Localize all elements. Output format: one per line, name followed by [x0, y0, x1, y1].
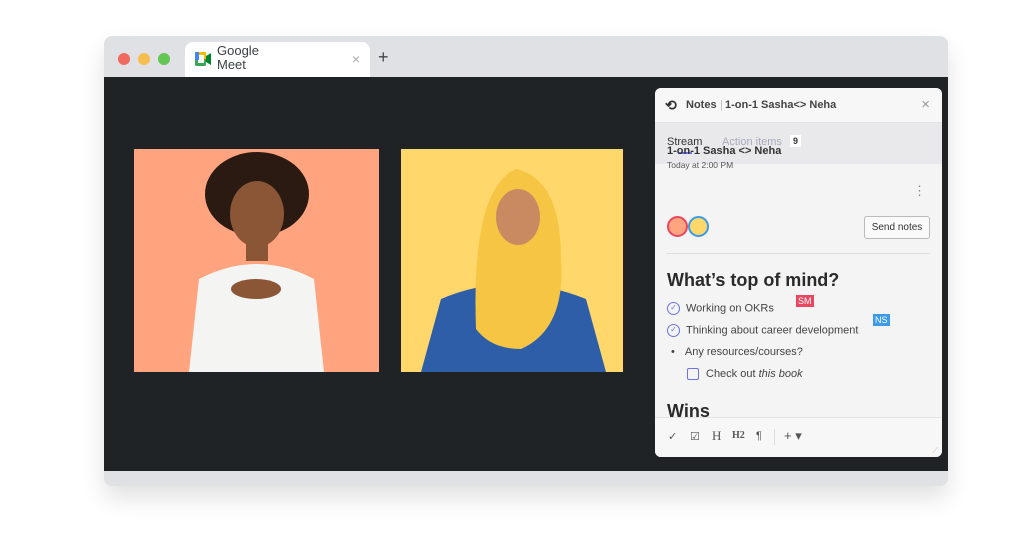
divider: [774, 429, 775, 445]
section-heading: What’s top of mind?: [667, 270, 840, 290]
todo-checkbox[interactable]: [687, 368, 699, 381]
paragraph-tool-icon[interactable]: ¶: [756, 430, 762, 442]
app-name: Notes: [686, 99, 717, 111]
list-item: ✓ Working on OKRs: [667, 302, 774, 315]
cursor-flag-ns: NS: [873, 314, 890, 326]
resize-handle-icon[interactable]: ⟋: [932, 446, 938, 456]
heading-tool-icon[interactable]: H: [712, 428, 721, 444]
google-meet-icon: [195, 52, 211, 66]
meeting-info: 1-on-1 Sasha <> Neha Today at 2:00 PM: [667, 145, 781, 170]
video-tile-neha: [401, 149, 623, 372]
browser-window: Google Meet × + ⟲ Notes | 1-on-1 Sasha<>…: [104, 36, 948, 486]
more-options-icon[interactable]: ⋮: [913, 183, 926, 199]
close-window-button[interactable]: [118, 53, 130, 65]
list-item: • Any resources/courses?: [671, 346, 803, 358]
notes-logo-icon: ⟲: [665, 97, 677, 113]
editor-toolbar: ✓ ☑ H H2 ¶ + ▾ ⟋: [655, 417, 942, 457]
participant-image: [189, 152, 324, 372]
video-tile-sasha: [134, 149, 379, 372]
close-panel-icon[interactable]: ×: [921, 96, 930, 113]
meeting-time: Today at 2:00 PM: [667, 160, 734, 170]
item-text: Any resources/courses?: [684, 346, 803, 358]
divider: [667, 253, 930, 254]
checkbox-tool-icon[interactable]: ☑: [690, 430, 700, 443]
item-link-text[interactable]: this book: [759, 368, 803, 380]
list-item: ✓ Thinking about career development: [667, 324, 858, 337]
avatar-sasha: [667, 216, 688, 237]
item-text: Thinking about career development: [686, 324, 859, 337]
participant-image: [421, 169, 606, 372]
new-tab-button[interactable]: +: [378, 47, 389, 68]
cursor-flag-sm: SM: [796, 295, 814, 307]
insert-menu-button[interactable]: + ▾: [784, 428, 802, 444]
check-circle-tool-icon[interactable]: ✓: [668, 430, 677, 443]
browser-tab[interactable]: Google Meet ×: [185, 42, 370, 78]
item-text: Working on OKRs: [686, 302, 774, 315]
meeting-title: 1-on-1 Sasha <> Neha: [667, 145, 782, 157]
send-notes-button[interactable]: Send notes: [864, 216, 930, 239]
divider: |: [720, 99, 723, 111]
panel-title: 1-on-1 Sasha<> Neha: [725, 99, 837, 111]
minimize-window-button[interactable]: [138, 53, 150, 65]
tab-title: Google Meet: [217, 43, 259, 72]
check-circle-icon[interactable]: ✓: [667, 302, 680, 315]
heading2-tool-icon[interactable]: H2: [732, 430, 745, 441]
close-tab-icon[interactable]: ×: [352, 51, 360, 67]
notes-panel: ⟲ Notes | 1-on-1 Sasha<> Neha × Stream A…: [655, 88, 942, 457]
action-items-badge: 9: [790, 135, 802, 147]
bullet: •: [671, 346, 675, 358]
meet-content: ⟲ Notes | 1-on-1 Sasha<> Neha × Stream A…: [104, 77, 948, 471]
avatar-neha: [688, 216, 709, 237]
check-circle-icon[interactable]: ✓: [667, 324, 680, 337]
list-item: Check out this book: [687, 368, 803, 381]
panel-header: ⟲ Notes | 1-on-1 Sasha<> Neha ×: [655, 88, 942, 123]
item-text: Check out: [706, 368, 759, 380]
maximize-window-button[interactable]: [158, 53, 170, 65]
